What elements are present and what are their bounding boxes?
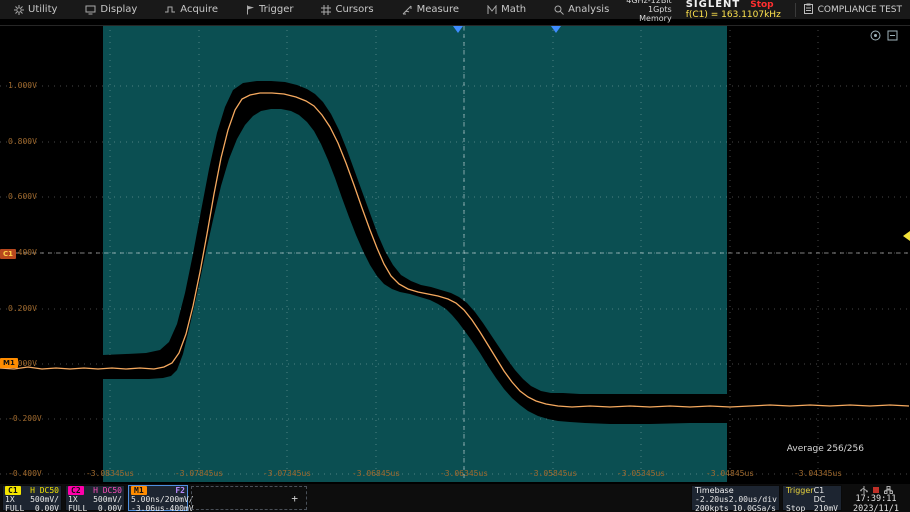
alert-icon	[872, 486, 880, 494]
trigger-source: C1 DC	[814, 486, 838, 504]
menu-cursors[interactable]: Cursors	[307, 0, 387, 19]
clock-date: 2023/11/1	[844, 504, 908, 512]
math-descriptor-m1[interactable]: M1F2 5.00ns/200mV/ -3.06us-400mV	[128, 485, 188, 511]
plus-icon: +	[291, 492, 298, 505]
status-bar: C1 H DC50 1X 500mV/ FULL 0.00V C2 H DC50 1X 5…	[0, 484, 910, 512]
oscilloscope-screen: Utility Display Acquire Trigger Cursors …	[0, 0, 910, 512]
brand-logo: SIGLENT	[686, 0, 741, 10]
c2-coupling: H DC50	[93, 486, 122, 495]
memory-label: 1Gpts Memory	[623, 5, 671, 23]
c1-scale: 500mV/	[30, 495, 59, 504]
trigger-level: 210mV	[814, 504, 838, 512]
trigger-position-marker[interactable]	[453, 26, 463, 33]
m1-vdiv: 200mV/	[165, 495, 194, 504]
compliance-label: COMPLIANCE TEST	[818, 5, 902, 15]
acquire-icon	[165, 5, 176, 15]
c2-bandwidth: FULL	[68, 504, 87, 512]
divider	[795, 3, 796, 17]
menu-label: Display	[100, 4, 137, 15]
c1-offset: 0.00V	[35, 504, 59, 512]
menu-right: 4GHz-12Bit 1Gpts Memory SIGLENT Stop f(C…	[623, 0, 910, 19]
waveform-display[interactable]: 1.000V0.800V0.600V0.400V0.200V0.000V-0.2…	[0, 25, 910, 481]
menu-label: Acquire	[180, 4, 218, 15]
status-icons	[844, 486, 908, 494]
system-info: 4GHz-12Bit 1Gpts Memory	[623, 0, 671, 23]
zoom-icon[interactable]	[887, 30, 898, 41]
compliance-test-button[interactable]: COMPLIANCE TEST	[804, 3, 910, 17]
menu-trigger[interactable]: Trigger	[232, 0, 308, 19]
m1-ground-marker[interactable]: M1	[0, 358, 18, 368]
c2-attenuation: 1X	[68, 495, 78, 504]
brand-block: SIGLENT Stop f(C1) = 163.1107kHz	[686, 0, 781, 20]
usb-icon	[860, 486, 868, 494]
c1-bandwidth: FULL	[5, 504, 24, 512]
timebase-scale: 2.00us/div	[729, 495, 777, 504]
timebase-descriptor[interactable]: Timebase -2.20us2.00us/div 200kpts 10.0GS…	[691, 485, 780, 511]
c1-ground-marker[interactable]: C1	[0, 249, 16, 259]
flag-icon	[246, 5, 255, 15]
m1-tag: M1	[131, 486, 147, 495]
menu-label: Trigger	[259, 4, 294, 15]
menu-label: Analysis	[568, 4, 609, 15]
trigger-level-marker[interactable]	[903, 231, 910, 241]
m1-source: F2	[175, 486, 185, 495]
cursors-icon	[321, 5, 331, 15]
menu-items: Utility Display Acquire Trigger Cursors …	[0, 0, 623, 19]
m1-offset: -400mV	[165, 504, 194, 512]
waveform-svg	[0, 26, 910, 482]
trigger-title: Trigger	[786, 486, 814, 504]
menu-measure[interactable]: Measure	[388, 0, 474, 19]
c1-coupling: H DC50	[30, 486, 59, 495]
trigger-descriptor[interactable]: TriggerC1 DC Stop210mV PulseNegative	[782, 485, 842, 511]
acquisition-status[interactable]: Stop	[750, 0, 773, 10]
math-icon	[487, 5, 497, 15]
m1-tdiv: 5.00ns/	[131, 495, 165, 504]
measure-icon	[402, 5, 413, 15]
gear-icon	[14, 5, 24, 15]
clock[interactable]: 17:39:11 2023/11/1	[844, 485, 908, 511]
menu-bar: Utility Display Acquire Trigger Cursors …	[0, 0, 910, 20]
statusbar-spacer	[309, 484, 690, 512]
frequency-counter: f(C1) = 163.1107kHz	[686, 10, 781, 20]
menu-acquire[interactable]: Acquire	[151, 0, 232, 19]
add-trace-button[interactable]: +	[191, 486, 307, 510]
timebase-title: Timebase	[695, 486, 734, 495]
timebase-delay: -2.20us	[695, 495, 729, 504]
plot-toolbar	[870, 30, 898, 41]
c2-offset: 0.00V	[98, 504, 122, 512]
lan-icon	[884, 486, 893, 494]
clock-time: 17:39:11	[844, 494, 908, 504]
menu-math[interactable]: Math	[473, 0, 540, 19]
c2-tag: C2	[68, 486, 84, 495]
menu-label: Math	[501, 4, 526, 15]
delay-reference-marker[interactable]	[551, 26, 561, 33]
menu-utility[interactable]: Utility	[0, 0, 71, 19]
display-icon	[85, 5, 96, 15]
trigger-mode: Stop	[786, 504, 805, 512]
menu-label: Cursors	[335, 4, 373, 15]
c2-scale: 500mV/	[93, 495, 122, 504]
clipboard-icon	[804, 3, 813, 17]
snapshot-icon[interactable]	[870, 30, 881, 41]
c1-attenuation: 1X	[5, 495, 15, 504]
timebase-points: 200kpts	[695, 504, 729, 512]
menu-display[interactable]: Display	[71, 0, 151, 19]
analysis-icon	[554, 5, 564, 15]
channel-descriptor-c2[interactable]: C2 H DC50 1X 500mV/ FULL 0.00V	[65, 485, 125, 511]
menu-label: Measure	[417, 4, 460, 15]
channel-descriptor-c1[interactable]: C1 H DC50 1X 500mV/ FULL 0.00V	[2, 485, 62, 511]
menu-label: Utility	[28, 4, 57, 15]
c1-tag: C1	[5, 486, 21, 495]
average-count-readout: Average 256/256	[787, 444, 864, 454]
m1-delay: -3.06us	[131, 504, 165, 512]
menu-analysis[interactable]: Analysis	[540, 0, 623, 19]
timebase-samplerate: 10.0GSa/s	[733, 504, 776, 512]
